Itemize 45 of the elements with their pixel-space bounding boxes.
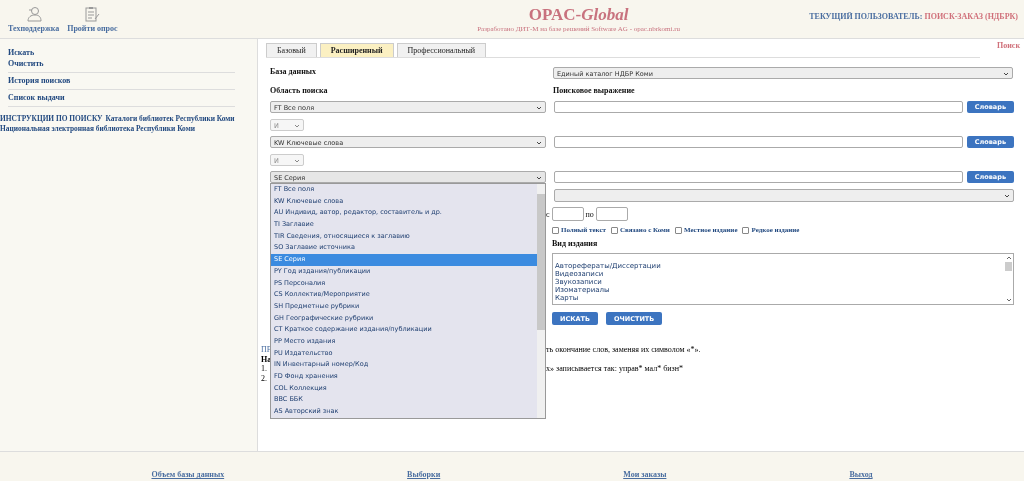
- hint-text: х» записывается так: управ* мал* бизн*: [546, 364, 683, 374]
- chevron-up-icon[interactable]: [1005, 256, 1012, 260]
- page-label: Поиск: [997, 41, 1020, 50]
- chevron-down-icon: [1003, 72, 1009, 76]
- chevron-down-icon[interactable]: [1005, 298, 1012, 302]
- field-label: Область поиска: [270, 85, 329, 95]
- chevron-down-icon: [536, 141, 542, 145]
- select-field[interactable]: [554, 188, 1014, 202]
- scrollbar-thumb[interactable]: [1005, 262, 1012, 271]
- scrollbar[interactable]: [1004, 254, 1013, 304]
- hint-text: 2.: [261, 373, 267, 383]
- chevron-down-icon: [1004, 193, 1010, 198]
- site-title: OPAC-Global: [527, 5, 630, 25]
- toolbar-link[interactable]: Пройти опрос: [67, 5, 118, 33]
- field-label: Вид издания: [552, 239, 599, 248]
- user-label: ТЕКУЩИЙ ПОЛЬЗОВАТЕЛЬ:: [809, 11, 923, 21]
- sidebar-link[interactable]: История поисков: [8, 75, 235, 86]
- chevron-down-icon: [536, 106, 542, 110]
- field-label: База данных: [270, 67, 317, 76]
- hint-text: 1.: [261, 364, 267, 374]
- search-input[interactable]: [554, 136, 963, 148]
- scrollbar[interactable]: [537, 184, 545, 418]
- footer-link[interactable]: Выборки: [407, 470, 441, 479]
- range-label: по: [585, 209, 594, 219]
- search-input[interactable]: [554, 171, 963, 183]
- chevron-down-icon: [536, 176, 542, 180]
- footer-link[interactable]: Мои заказы: [623, 470, 667, 479]
- year-to-input[interactable]: [595, 207, 628, 221]
- hint-text: ть окончание слов, заменяя их символом «*».: [546, 345, 701, 355]
- toolbar-link[interactable]: Техподдержка: [8, 5, 60, 33]
- footer-link[interactable]: Выход: [849, 470, 873, 479]
- tab[interactable]: Расширенный: [319, 43, 394, 57]
- sidebar-link[interactable]: Очистить: [8, 58, 235, 69]
- user-name: ПОИСК-ЗАКАЗ (НДБРК): [924, 11, 1018, 21]
- range-label: с: [546, 209, 550, 219]
- year-from-input[interactable]: [551, 207, 584, 221]
- sidebar-link[interactable]: Искать: [8, 47, 235, 58]
- sidebar-link[interactable]: Список выдачи: [8, 92, 235, 103]
- search-input[interactable]: [554, 101, 963, 113]
- tab[interactable]: Профессиональный: [396, 43, 487, 57]
- field-label: Поисковое выражение: [553, 85, 636, 95]
- chevron-down-icon: [294, 158, 300, 163]
- tab[interactable]: Базовый: [266, 43, 317, 57]
- chevron-down-icon: [294, 123, 300, 128]
- footer-link[interactable]: Объем базы данных: [151, 470, 225, 479]
